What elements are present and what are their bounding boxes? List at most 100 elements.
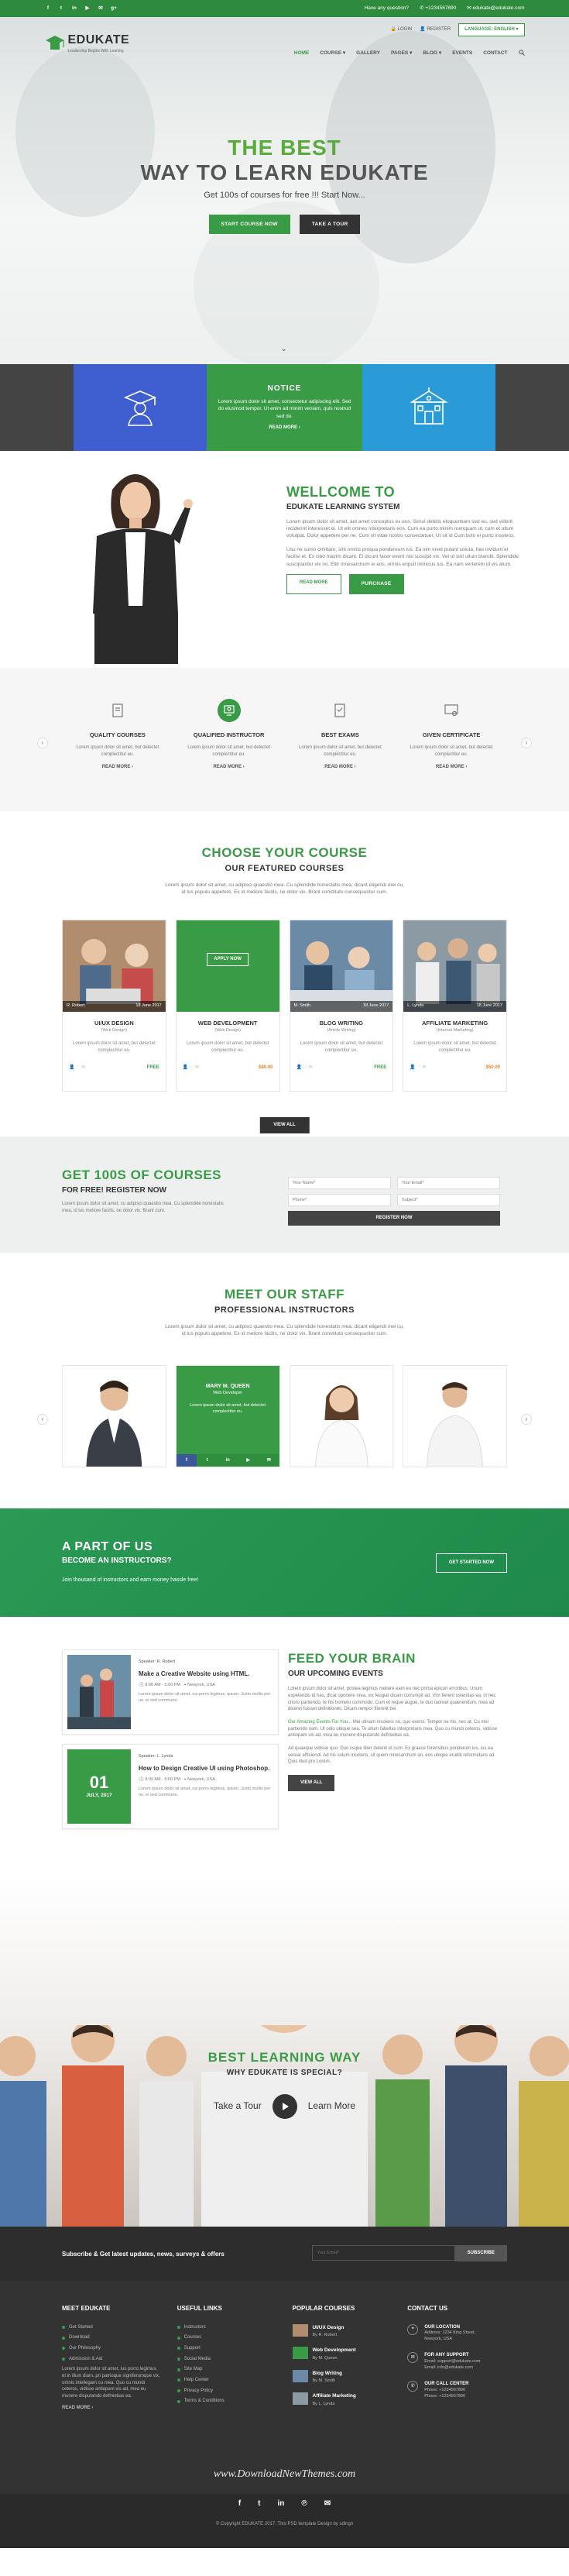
course-card[interactable]: M. Smith 18 June 2017 BLOG WRITING (Artic…	[289, 920, 394, 1092]
staff-card[interactable]	[403, 1365, 507, 1467]
service-read-more[interactable]: READ MORE ›	[402, 764, 501, 771]
staff-text: Lorem ipsum dolor sit amet, but delectet…	[190, 1403, 266, 1415]
facebook-icon[interactable]: f	[176, 1454, 197, 1467]
topbar-email[interactable]: ✉ edukate@edukate.com	[467, 5, 524, 12]
contact-item: ✆ OUR CALL CENTER Phone: +1234567890 Phone:…	[407, 2380, 507, 2400]
footer-link[interactable]: Support	[177, 2345, 277, 2352]
staff-card-featured[interactable]: MARY M. QUEEN Web Developer Lorem ipsum …	[175, 1365, 280, 1467]
staff-card[interactable]	[289, 1365, 394, 1467]
course-card[interactable]: APPLY NOW WEB DEVELOPMENT (Web Design) L…	[175, 920, 280, 1092]
footer-link[interactable]: Social Media	[177, 2356, 277, 2363]
footer-link[interactable]: Terms & Conditions	[177, 2398, 277, 2405]
staff-card[interactable]	[62, 1365, 166, 1467]
nav-pages[interactable]: PAGES ▾	[391, 50, 412, 57]
language-selector[interactable]: LANGUAGE: ENGLISH ▾	[458, 23, 525, 36]
take-tour-link[interactable]: Take a Tour	[214, 2100, 262, 2113]
footer-link[interactable]: Our Philosophy	[62, 2345, 162, 2352]
footer-link[interactable]: Privacy Policy	[177, 2388, 277, 2395]
course-card[interactable]: R. Robert 18 June 2017 UI/UX DESIGN (Web …	[62, 920, 166, 1092]
register-link[interactable]: 👤 REGISTER	[420, 26, 451, 33]
footer-link[interactable]: Get Started	[62, 2324, 162, 2331]
nav-home[interactable]: HOME	[294, 50, 310, 57]
purchase-button[interactable]: PURCHASE	[348, 574, 404, 594]
twitter-icon[interactable]: t	[258, 2499, 260, 2510]
course-title: BLOG WRITING	[319, 1020, 363, 1027]
email-icon[interactable]: ✉	[324, 2499, 331, 2510]
footer-col-contact: CONTACT US ⌖ OUR LOCATION Address: 1234 Ki…	[407, 2304, 507, 2416]
feature-graduate[interactable]	[73, 364, 207, 451]
login-link[interactable]: 🔒 LOGIN	[391, 26, 413, 33]
nav-gallery[interactable]: GALLERY	[356, 50, 380, 57]
start-course-button[interactable]: START COURSE NOW	[208, 214, 290, 235]
learn-more-link[interactable]: Learn More	[308, 2100, 355, 2113]
service-read-more[interactable]: READ MORE ›	[68, 764, 167, 771]
facebook-icon[interactable]: f	[238, 2499, 241, 2510]
subject-field[interactable]	[397, 1194, 500, 1206]
feature-school[interactable]	[362, 364, 496, 451]
subscribe-email-input[interactable]	[311, 2245, 455, 2261]
youtube-icon[interactable]: ▶	[84, 5, 91, 12]
google-plus-icon[interactable]: g+	[111, 5, 118, 12]
chevron-down-icon[interactable]: ⌄	[281, 344, 287, 356]
footer-course-item[interactable]: UI/UX Design By R. Robert	[292, 2323, 392, 2340]
register-section: GET 100S OF COURSES FOR FREE! REGISTER N…	[0, 1137, 569, 1253]
get-started-button[interactable]: GET STARTED NOW	[435, 1553, 507, 1573]
email-icon[interactable]: ✉	[258, 1454, 279, 1467]
pinterest-icon[interactable]: ℗	[301, 2499, 307, 2510]
name-field[interactable]	[288, 1177, 391, 1189]
linkedin-icon[interactable]: in	[71, 5, 78, 12]
chevron-right-icon[interactable]: ›	[521, 738, 532, 748]
email-icon[interactable]: ✉	[98, 5, 105, 12]
footer-link[interactable]: Help Center	[177, 2377, 277, 2384]
footer-course-item[interactable]: Web Development By M. Queen	[292, 2347, 392, 2362]
subscribe-button[interactable]: SUBSCRIBE	[454, 2245, 507, 2261]
email-field[interactable]	[397, 1177, 500, 1189]
footer-link[interactable]: Courses	[177, 2334, 277, 2341]
play-icon[interactable]	[272, 2094, 297, 2120]
event-title[interactable]: Make a Creative Website using HTML.	[139, 1670, 273, 1679]
footer-read-more[interactable]: READ MORE ›	[62, 2405, 162, 2412]
event-card[interactable]: Speaker: R. Robert Make a Creative Websi…	[62, 1649, 279, 1735]
logo-tagline: Leadership Begins With Leaning	[67, 49, 124, 54]
twitter-icon[interactable]: t	[58, 5, 65, 12]
service-read-more[interactable]: READ MORE ›	[180, 764, 279, 771]
nav-course[interactable]: COURSE ▾	[320, 50, 345, 57]
footer-course-item[interactable]: Affiliate Marketing By L. Lynda	[292, 2392, 392, 2408]
course-card[interactable]: L. Lynda 18 June 2017 AFFILIATE MARKETING…	[403, 920, 507, 1092]
take-tour-button[interactable]: TAKE A TOUR	[299, 214, 361, 235]
apply-now-button[interactable]: APPLY NOW	[207, 953, 249, 966]
view-all-courses-button[interactable]: VIEW ALL	[259, 1117, 310, 1133]
footer-link[interactable]: Site Map	[177, 2366, 277, 2373]
hero-subtitle: Get 100s of courses for free !!! Start N…	[204, 191, 365, 200]
chevron-left-icon[interactable]: ‹	[37, 738, 48, 748]
linkedin-icon[interactable]: in	[217, 1454, 238, 1467]
twitter-icon[interactable]: t	[197, 1454, 218, 1467]
youtube-icon[interactable]: ▶	[238, 1454, 259, 1467]
footer-link[interactable]: Download	[62, 2334, 162, 2341]
search-icon[interactable]	[518, 50, 525, 56]
logo[interactable]: EDUKATE Leadership Begins With Leaning	[45, 31, 130, 54]
event-title[interactable]: How to Design Creative UI using Photosho…	[139, 1764, 273, 1773]
nav-events[interactable]: EVENTS	[452, 50, 472, 57]
event-card[interactable]: 01 JULY, 2017 Speaker: L. Lynda How to De…	[62, 1744, 279, 1829]
notice-read-more[interactable]: READ MORE ›	[269, 425, 300, 432]
chevron-right-icon[interactable]: ›	[521, 1414, 532, 1425]
service-read-more[interactable]: READ MORE ›	[291, 764, 390, 771]
hero-title-line1: THE BEST	[228, 136, 341, 160]
chevron-left-icon[interactable]: ‹	[37, 1414, 48, 1425]
linkedin-icon[interactable]: in	[278, 2499, 285, 2510]
course-stats: 👤 ♡ ✉	[410, 1065, 427, 1071]
phone-field[interactable]	[288, 1194, 391, 1206]
facebook-icon[interactable]: f	[45, 5, 52, 12]
nav-blog[interactable]: BLOG ▾	[423, 50, 441, 57]
footer-link[interactable]: Instructors	[177, 2324, 277, 2331]
course-text: Lorem ipsum dolor sit amet, but delectet…	[300, 1040, 383, 1053]
topbar-phone[interactable]: ✆ +1234567890	[420, 5, 456, 12]
register-now-button[interactable]: REGISTER NOW	[288, 1211, 500, 1226]
footer-link[interactable]: Admission & Aid	[62, 2356, 162, 2363]
best-title: BEST LEARNING WAY	[207, 2050, 362, 2065]
read-more-button[interactable]: READ MORE	[286, 574, 341, 594]
nav-contact[interactable]: CONTACT	[483, 50, 507, 57]
footer-course-item[interactable]: Blog Writing By M. Smith	[292, 2369, 392, 2385]
view-all-events-button[interactable]: VIEW ALL	[288, 1775, 335, 1791]
